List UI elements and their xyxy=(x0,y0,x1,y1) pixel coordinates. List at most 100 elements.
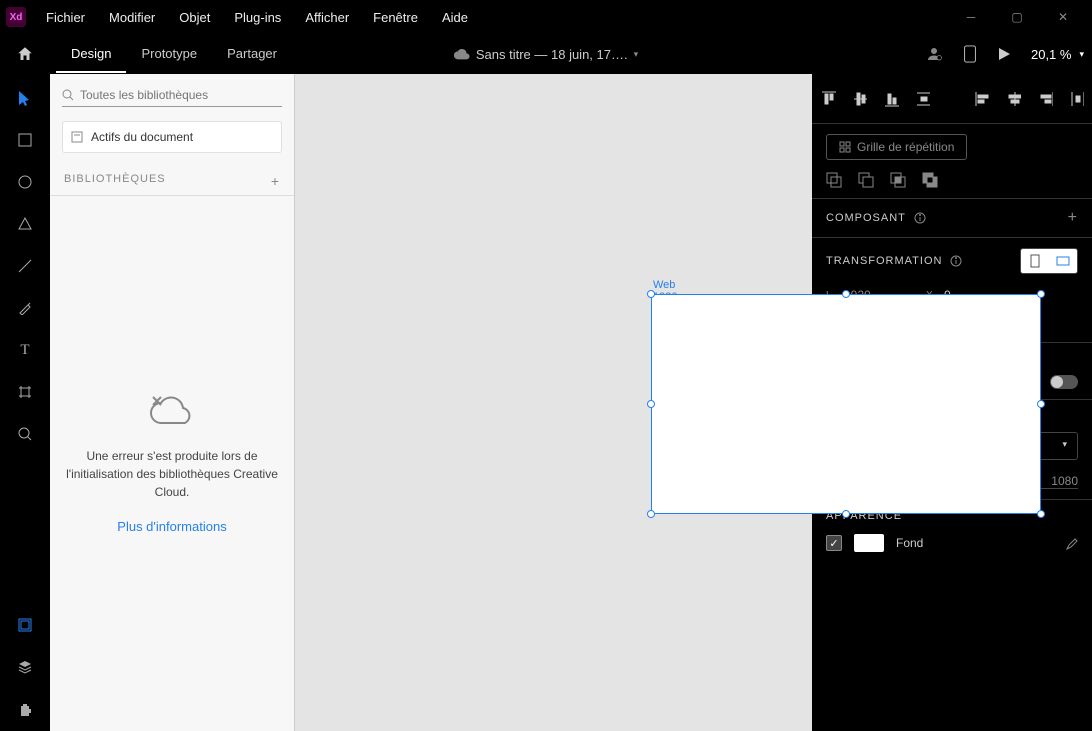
user-icon[interactable] xyxy=(925,45,943,63)
resize-handle-bl[interactable] xyxy=(647,510,655,518)
orientation-toggle[interactable] xyxy=(1020,248,1078,274)
fill-row: ✓ Fond xyxy=(826,534,1078,552)
repeat-section: Grille de répétition xyxy=(812,124,1092,199)
play-icon[interactable] xyxy=(997,47,1011,61)
menu-window[interactable]: Fenêtre xyxy=(361,3,430,32)
resize-handle-tr[interactable] xyxy=(1037,290,1045,298)
device-icon[interactable] xyxy=(963,45,977,63)
portrait-icon[interactable] xyxy=(1021,249,1049,273)
tab-prototype[interactable]: Prototype xyxy=(126,36,212,73)
rectangle-tool[interactable] xyxy=(13,128,37,152)
menu-edit[interactable]: Modifier xyxy=(97,3,167,32)
resize-handle-ml[interactable] xyxy=(647,400,655,408)
repeat-grid-button[interactable]: Grille de répétition xyxy=(826,134,967,160)
union-icon[interactable] xyxy=(826,172,842,188)
grid-icon xyxy=(839,141,851,153)
fill-checkbox[interactable]: ✓ xyxy=(826,535,842,551)
topbar: Design Prototype Partager Sans titre — 1… xyxy=(0,34,1092,74)
info-icon[interactable] xyxy=(950,255,962,267)
text-tool[interactable]: T xyxy=(13,338,37,362)
library-error-text: Une erreur s'est produite lors de l'init… xyxy=(52,447,292,501)
cloud-error-icon xyxy=(147,393,197,427)
landscape-icon[interactable] xyxy=(1049,249,1077,273)
home-icon[interactable] xyxy=(8,45,42,63)
chevron-down-icon: ▾ xyxy=(634,49,639,60)
tab-share[interactable]: Partager xyxy=(212,36,292,73)
zoom-control[interactable]: 20,1 % ▾ xyxy=(1031,47,1084,62)
distribute-v-icon[interactable] xyxy=(915,90,931,108)
library-more-link[interactable]: Plus d'informations xyxy=(117,519,226,534)
document-assets-label: Actifs du document xyxy=(91,130,193,144)
align-top-icon[interactable] xyxy=(820,90,836,108)
distribute-h-icon[interactable] xyxy=(1069,90,1085,108)
component-label: COMPOSANT xyxy=(826,212,906,224)
tab-design[interactable]: Design xyxy=(56,36,126,73)
artboard-tool[interactable] xyxy=(13,380,37,404)
document-assets-button[interactable]: Actifs du document xyxy=(62,121,282,153)
zoom-value: 20,1 % xyxy=(1031,47,1071,62)
artboard[interactable] xyxy=(651,294,1041,514)
cloud-icon xyxy=(454,48,470,60)
exclude-icon[interactable] xyxy=(922,172,938,188)
eyedropper-icon[interactable] xyxy=(1064,536,1078,550)
resize-handle-tm[interactable] xyxy=(842,290,850,298)
libraries-icon[interactable] xyxy=(13,613,37,637)
file-icon xyxy=(71,131,83,143)
align-right-icon[interactable] xyxy=(1037,90,1053,108)
library-search-input[interactable] xyxy=(80,88,282,102)
subtract-icon[interactable] xyxy=(858,172,874,188)
align-left-icon[interactable] xyxy=(974,90,990,108)
info-icon[interactable] xyxy=(914,212,926,224)
zoom-tool[interactable] xyxy=(13,422,37,446)
close-button[interactable]: ✕ xyxy=(1040,1,1086,33)
libraries-header: BIBLIOTHÈQUES + xyxy=(50,167,294,196)
maximize-button[interactable]: ▢ xyxy=(994,1,1040,33)
intersect-icon[interactable] xyxy=(890,172,906,188)
menu-object[interactable]: Objet xyxy=(167,3,222,32)
app-logo: Xd xyxy=(6,7,26,27)
ellipse-tool[interactable] xyxy=(13,170,37,194)
resize-handle-mr[interactable] xyxy=(1037,400,1045,408)
line-tool[interactable] xyxy=(13,254,37,278)
transformation-label: TRANSFORMATION xyxy=(826,255,942,267)
resize-handle-tl[interactable] xyxy=(647,290,655,298)
add-library-icon[interactable]: + xyxy=(271,173,280,189)
component-section: COMPOSANT + xyxy=(812,199,1092,238)
document-title[interactable]: Sans titre — 18 juin, 17…. ▾ xyxy=(454,47,638,62)
plugins-icon[interactable] xyxy=(13,697,37,721)
select-tool[interactable] xyxy=(13,86,37,110)
boolean-ops-row xyxy=(826,172,1078,188)
mode-tabs: Design Prototype Partager xyxy=(56,36,292,73)
main-area: T Actifs du document BIBLIOTHÈQUES + Une… xyxy=(0,74,1092,731)
main-menu: Fichier Modifier Objet Plug-ins Afficher… xyxy=(34,3,480,32)
layers-icon[interactable] xyxy=(13,655,37,679)
tool-column: T xyxy=(0,74,50,731)
align-hcenter-icon[interactable] xyxy=(1006,90,1022,108)
fill-color-swatch[interactable] xyxy=(854,534,884,552)
chevron-down-icon: ▾ xyxy=(1079,49,1084,60)
library-error: Une erreur s'est produite lors de l'init… xyxy=(50,196,294,731)
pen-tool[interactable] xyxy=(13,296,37,320)
viewport-height-input[interactable] xyxy=(1038,474,1078,489)
titlebar: Xd Fichier Modifier Objet Plug-ins Affic… xyxy=(0,0,1092,34)
menu-plugins[interactable]: Plug-ins xyxy=(222,3,293,32)
search-icon xyxy=(62,89,74,101)
canvas[interactable]: Web 1920 – 1 xyxy=(295,74,812,731)
menu-help[interactable]: Aide xyxy=(430,3,480,32)
add-component-icon[interactable]: + xyxy=(1068,209,1078,227)
minimize-button[interactable]: ─ xyxy=(948,1,994,33)
document-title-text: Sans titre — 18 juin, 17…. xyxy=(476,47,628,62)
library-search[interactable] xyxy=(62,84,282,107)
align-vcenter-icon[interactable] xyxy=(852,90,868,108)
libraries-panel: Actifs du document BIBLIOTHÈQUES + Une e… xyxy=(50,74,295,731)
chevron-down-icon: ▾ xyxy=(1062,439,1067,453)
menu-view[interactable]: Afficher xyxy=(293,3,361,32)
fill-label: Fond xyxy=(896,536,923,550)
component-header: COMPOSANT + xyxy=(826,209,1078,227)
resize-handle-bm[interactable] xyxy=(842,510,850,518)
responsive-toggle[interactable] xyxy=(1050,375,1078,389)
menu-file[interactable]: Fichier xyxy=(34,3,97,32)
align-bottom-icon[interactable] xyxy=(883,90,899,108)
polygon-tool[interactable] xyxy=(13,212,37,236)
resize-handle-br[interactable] xyxy=(1037,510,1045,518)
